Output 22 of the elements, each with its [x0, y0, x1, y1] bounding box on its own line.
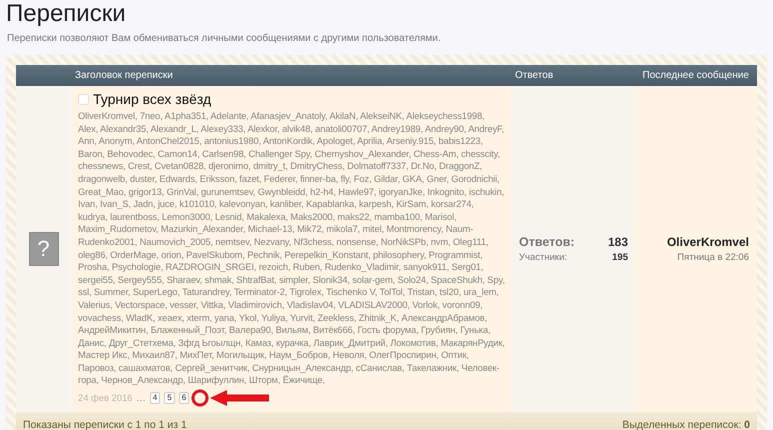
shown-count-text: Показаны переписки с 1 по 1 из 1: [23, 418, 187, 430]
replies-count: 183: [608, 234, 628, 251]
page-link[interactable]: 6: [178, 392, 190, 404]
conversation-title-link[interactable]: Турнир всех звёзд: [93, 89, 212, 110]
ellipsis-text: …: [136, 391, 146, 405]
column-header: Ответов: [514, 69, 554, 83]
page-link[interactable]: 5: [164, 392, 175, 404]
participants-count: 195: [612, 251, 628, 266]
conversation-date: 24 фев 2016: [78, 391, 132, 405]
participants-list: OliverKromvel, 7neo, A1pha351, Adelante, Afanasjev_Anatoly, AkilaN, AlekseiNK, Alekseychess1998, Alex, Alexandr35, Alexandr_L, Alexey333, Alexkor, alvik48, anatoli00707, Andrey1989, Andrey90, AndreyF, Ann, Anonym, AntonChel2015, antonius1980, AntonKordik, Apologet, Aprilia, Arseniy.915, babis1223, Baron, Behovodec, Camon14, Carlsen98, Challenger Spy, Chernyshov_Alexander, Chess-Am, chesscity, chessnews, Crest, Cvetan0828, djeronimo, dmitry_t, DmitryChess, Dolmatoff7337, Dr.No, DraggonZ, dragonwelb, duster, Edwards, Eriksson, fazet, Federer, finner-ba, fly, Foz, Gildar, GKA, Gner, Gorodnichii, Great_Mao, grigor13, GrinVal, gurunemtsev, Gwynbleidd, h2-h4, Hawle97, igoryanJke, Inkognito, ischukin, Ivan, Ivan_S, Jadn, juce, k101010, kalevonyan, kanliber, Kapablanka, karpesh, KirSam, korsar274, kudrya, laurentboss, Lemon3000, Lesnid, Makalexa, Maks2000, maks22, mamba100, Marisol, Maxim_Rudometov, Mazurkin_Alexander, Michael-13, Mik72, mikola7, mitel, Montmorency, Naum-Rudenko2001, Naumovich_2005, nemtsev, Nezvany, Nf3chess, nonsense, NorNikSPb, nvm, Oleg111, oleg86, OrderMage, orion, PavelSkubom, Pechnik, Perepelkin_Konstant, philosophery, Programmist, Prosha, Psychologie, RAZDROGIN_SRGEI, rezoich, Ruben, Rudenko_Vladimir, sanyok911, Serg01, sergei55, Sergey555, Sharaev, shmak, ShtrafBat, simpler, Slonik34, solar-gem, Solo24, SpaceShukh, Spy, ssl, Summer, SuperLego, Taturandrey, Terminator-2, Tigrolex, Tischenko V, TolTol, Tristan, tsl20, ura_lem, Valerius, Vectorspace, vesser, Vittka, Vladimirovich, Vladislav04, VLADISLAV2000, Vorlok, voronn09, vovachess, WladK, xeaex, xterm, yana, Ykol, Yuliya, Yurvit, Zeekless, Zhitnik_K, АлександрАбрамов, АндрейМикитин, Блаженный_Поэт, Валера90, Вильям, Витёк666, Гость форума, Грубиян, Гунька, Данис, Друг_Стетхема, Зфгд Ьгоылщн, Камаз, курачка, Лаврик_Дмитрий, Локомотив, МакарянРудик, Мастер Икс, Михаил87, МихПет, Могильщик, Наум_Бобров, Неволя, ОлегПроспирин, Оптик, Паровоз, сашахматов, Сергей_зенитчик, Снурницын_Александр, сСанислав, Такелажник, Человек-гора, Чернов_Александр, Шарифуллин, Шторм, Ёжичище,: [78, 110, 505, 386]
page-title: Переписки: [6, 1, 127, 27]
replies-label: Ответов:: [519, 234, 575, 251]
selected-count-text: Выделенных переписок: 0: [622, 418, 750, 430]
avatar-question-mark: ?: [37, 236, 50, 262]
column-header: Заголовок переписки: [74, 69, 174, 83]
participants-label: Участники:: [519, 251, 568, 266]
column-header: Последнее сообщение: [642, 69, 750, 83]
page-link[interactable]: 4: [150, 392, 160, 404]
last-message-time: Пятница в 22:06: [677, 250, 749, 265]
select-checkbox[interactable]: [78, 94, 89, 105]
page-description: Переписки позволяют Вам обмениваться личными сообщениями с другими пользователями.: [7, 32, 442, 46]
last-author-link[interactable]: OliverKromvel: [666, 232, 749, 251]
